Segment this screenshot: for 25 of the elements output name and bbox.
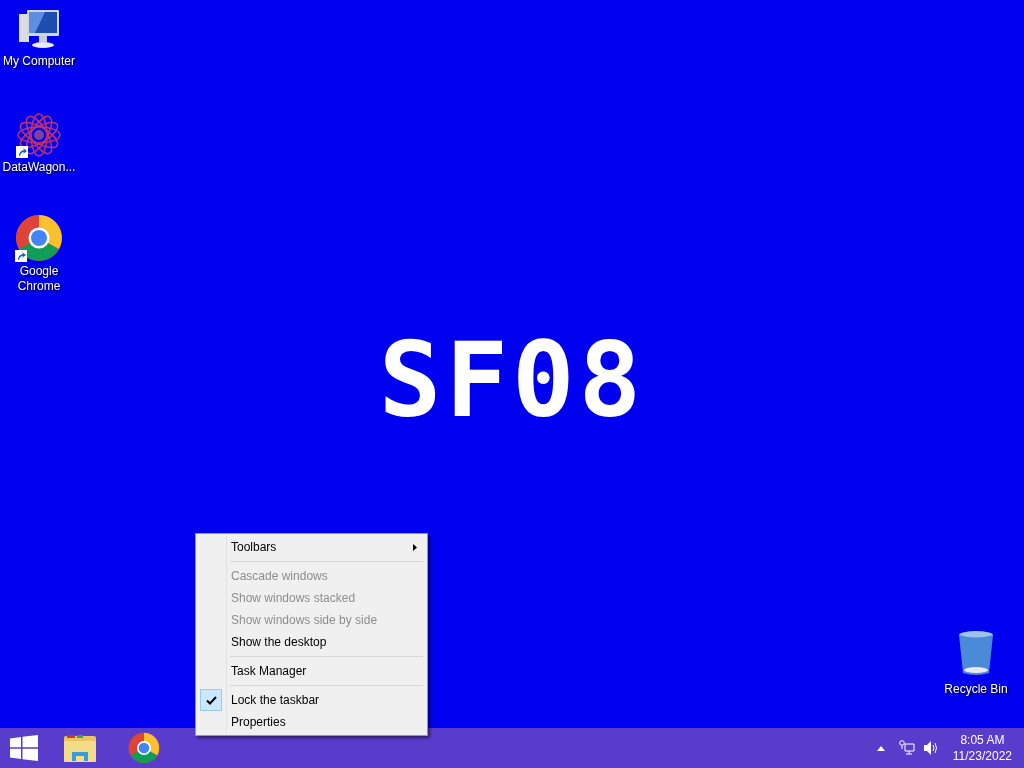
windows-logo-icon — [10, 735, 38, 761]
wallpaper-text: SF08 — [378, 332, 646, 428]
desktop-icon-label[interactable]: Google Chrome — [1, 264, 77, 294]
clock-date[interactable]: 11/23/2022 — [952, 748, 1012, 764]
menu-item[interactable]: Show the desktop — [198, 631, 425, 653]
shortcut-arrow-icon — [16, 146, 28, 158]
menu-item[interactable]: Properties — [198, 711, 425, 733]
chrome-logo-icon — [15, 214, 63, 262]
chrome-logo-icon — [128, 732, 160, 764]
recycle-bin-icon — [957, 630, 995, 676]
star-pattern-icon — [16, 112, 62, 158]
network-icon[interactable] — [898, 740, 915, 756]
desktop-icon-label[interactable]: Recycle Bin — [944, 680, 1008, 698]
desktop-icon-label[interactable]: My Computer — [1, 54, 77, 69]
menu-item[interactable]: Lock the taskbar — [198, 689, 425, 711]
menu-item[interactable]: Toolbars — [198, 536, 425, 558]
submenu-arrow-icon — [413, 543, 417, 551]
speaker-icon[interactable] — [922, 740, 939, 756]
folder-icon — [63, 733, 97, 763]
checkmark-icon — [200, 689, 222, 711]
show-hidden-icons-icon[interactable] — [876, 745, 885, 751]
clock-time[interactable]: 8:05 AM — [960, 732, 1005, 748]
shortcut-arrow-icon — [15, 250, 27, 262]
desktop-icon-label[interactable]: DataWagon... — [1, 160, 77, 175]
menu-item[interactable]: Task Manager — [198, 660, 425, 682]
